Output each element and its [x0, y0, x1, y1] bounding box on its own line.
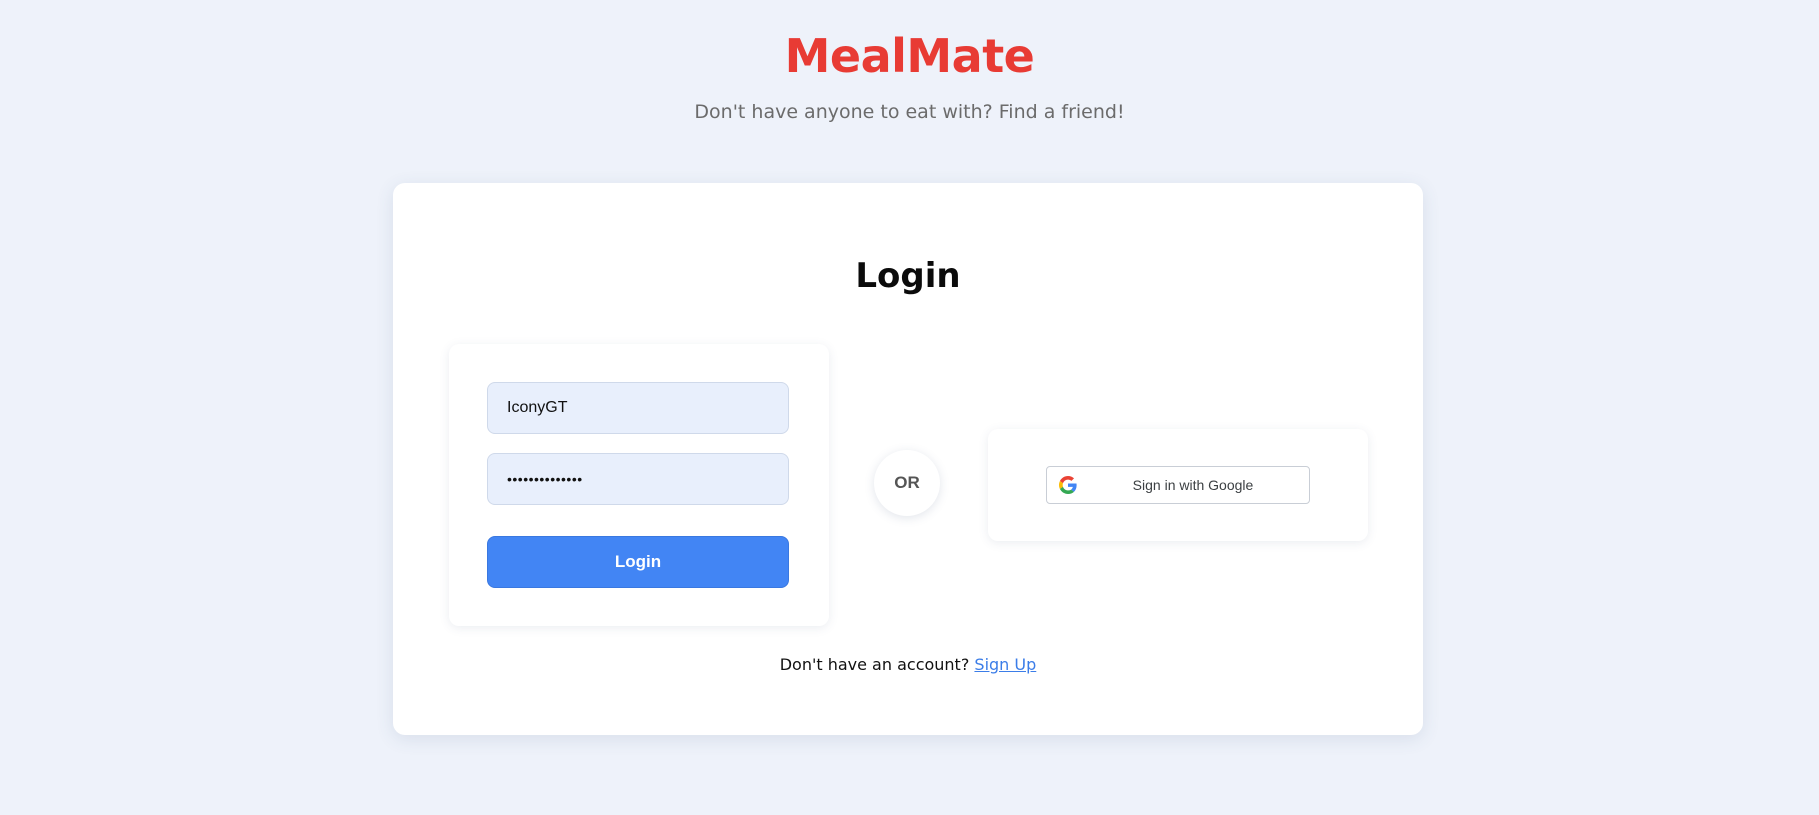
login-title: Login [855, 256, 961, 296]
google-signin-label: Sign in with Google [1132, 477, 1254, 493]
signup-link[interactable]: Sign Up [974, 655, 1036, 674]
signup-prompt-line: Don't have an account? Sign Up [393, 654, 1423, 676]
login-form-panel: IconyGT •••••••••••••• Login [449, 344, 829, 626]
google-icon [1059, 476, 1077, 494]
google-signin-button[interactable]: Sign in with Google [1046, 466, 1310, 504]
login-button[interactable]: Login [487, 536, 789, 588]
page-header: MealMate Don't have anyone to eat with? … [0, 0, 1819, 124]
or-divider: OR [874, 450, 940, 516]
username-input[interactable]: IconyGT [487, 382, 789, 434]
password-input[interactable]: •••••••••••••• [487, 453, 789, 505]
login-card: Login IconyGT •••••••••••••• Login OR Si… [393, 183, 1423, 735]
signup-prompt-text: Don't have an account? [779, 655, 970, 674]
google-signin-panel: Sign in with Google [988, 429, 1368, 541]
tagline: Don't have anyone to eat with? Find a fr… [694, 101, 1125, 123]
brand-title: MealMate [784, 29, 1035, 83]
